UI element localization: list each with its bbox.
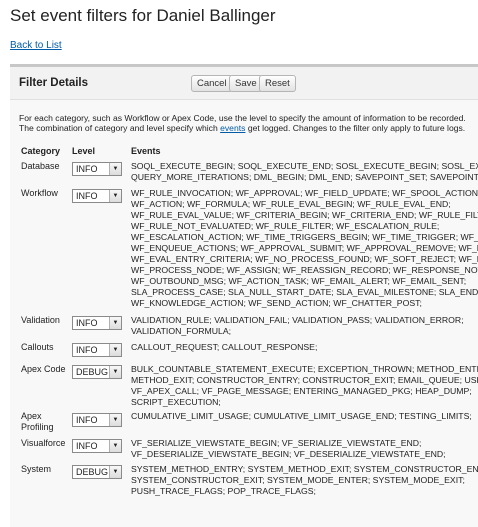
description-text: get logged. Changes to the filter only a… <box>245 123 466 133</box>
level-select[interactable]: INFO ▼ <box>72 343 122 357</box>
category-label: Workflow <box>21 188 58 198</box>
chevron-down-icon: ▼ <box>109 414 121 426</box>
chevron-down-icon: ▼ <box>109 163 121 175</box>
column-header-category: Category <box>21 146 61 156</box>
level-select[interactable]: DEBUG ▼ <box>72 365 122 379</box>
chevron-down-icon: ▼ <box>109 317 121 329</box>
events-text: BULK_COUNTABLE_STATEMENT_EXECUTE; EXCEPT… <box>131 364 478 407</box>
level-select[interactable]: DEBUG ▼ <box>72 465 122 479</box>
filter-details-panel: Filter Details Cancel Save Reset For eac… <box>10 64 478 527</box>
page-title: Set event filters for Daniel Ballinger <box>10 6 276 25</box>
level-value: INFO <box>76 345 98 355</box>
events-text: CUMULATIVE_LIMIT_USAGE; CUMULATIVE_LIMIT… <box>131 411 472 421</box>
level-value: INFO <box>76 191 98 201</box>
category-label: Callouts <box>21 342 54 352</box>
events-link[interactable]: events <box>220 123 245 133</box>
chevron-down-icon: ▼ <box>109 440 121 452</box>
level-select[interactable]: INFO ▼ <box>72 189 122 203</box>
level-value: INFO <box>76 441 98 451</box>
events-text: SYSTEM_METHOD_ENTRY; SYSTEM_METHOD_EXIT;… <box>131 464 478 496</box>
column-header-events: Events <box>131 146 161 156</box>
category-label: Apex Profiling <box>21 411 54 432</box>
level-select[interactable]: INFO ▼ <box>72 316 122 330</box>
events-text: VF_SERIALIZE_VIEWSTATE_BEGIN; VF_SERIALI… <box>131 438 446 459</box>
level-select[interactable]: INFO ▼ <box>72 439 122 453</box>
category-label: Visualforce <box>21 438 66 448</box>
level-value: INFO <box>76 415 98 425</box>
chevron-down-icon: ▼ <box>109 466 121 478</box>
back-to-list-link[interactable]: Back to List <box>10 40 62 51</box>
events-text: VALIDATION_RULE; VALIDATION_FAIL; VALIDA… <box>131 315 464 336</box>
cancel-button[interactable]: Cancel <box>191 75 233 92</box>
events-text: WF_RULE_INVOCATION; WF_APPROVAL; WF_FIEL… <box>131 188 478 308</box>
category-label: System <box>21 464 52 474</box>
level-value: DEBUG <box>76 367 109 377</box>
panel-header: Filter Details Cancel Save Reset <box>10 67 478 100</box>
description: For each category, such as Workflow or A… <box>19 113 478 133</box>
events-text: SOQL_EXECUTE_BEGIN; SOQL_EXECUTE_END; SO… <box>131 161 478 182</box>
category-label: Database <box>21 161 60 171</box>
chevron-down-icon: ▼ <box>109 344 121 356</box>
save-button[interactable]: Save <box>229 75 263 92</box>
description-line-1: For each category, such as Workflow or A… <box>19 113 466 123</box>
description-line-2: The combination of category and level sp… <box>19 123 478 133</box>
chevron-down-icon: ▼ <box>109 190 121 202</box>
column-header-level: Level <box>72 146 96 156</box>
description-text: The combination of category and level sp… <box>19 123 221 133</box>
panel-title: Filter Details <box>19 77 89 89</box>
level-select[interactable]: INFO ▼ <box>72 413 122 427</box>
events-text: CALLOUT_REQUEST; CALLOUT_RESPONSE; <box>131 342 318 352</box>
level-value: INFO <box>76 318 98 328</box>
level-select[interactable]: INFO ▼ <box>72 162 122 176</box>
chevron-down-icon: ▼ <box>109 366 121 378</box>
level-value: DEBUG <box>76 467 109 477</box>
category-label: Validation <box>21 315 60 325</box>
category-label: Apex Code <box>21 364 66 374</box>
reset-button[interactable]: Reset <box>259 75 296 92</box>
level-value: INFO <box>76 164 98 174</box>
